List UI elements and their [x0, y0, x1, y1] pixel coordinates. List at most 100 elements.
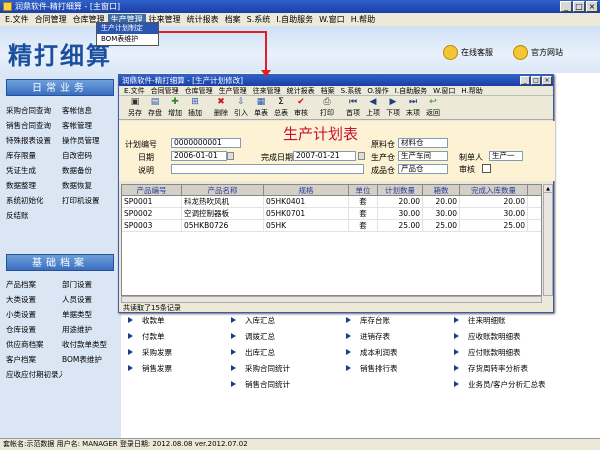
- nav-item[interactable]: 仓库设置: [6, 322, 62, 337]
- menu-help[interactable]: H.帮助: [348, 14, 378, 25]
- single-table-button[interactable]: ▦ 单表: [251, 96, 271, 120]
- dialog-close-icon[interactable]: ×: [542, 76, 552, 85]
- quick-link[interactable]: 成本利润表: [346, 344, 398, 360]
- maximize-icon[interactable]: □: [573, 1, 585, 12]
- col-finished-qty[interactable]: 完成入库数量: [460, 185, 528, 195]
- nav-item[interactable]: 大类设置: [6, 292, 62, 307]
- dmenu-self-service[interactable]: I.自助服务: [392, 86, 430, 96]
- date-picker-icon[interactable]: [227, 152, 234, 160]
- quick-link[interactable]: 采购合同统计: [231, 360, 290, 376]
- dialog-minimize-icon[interactable]: _: [520, 76, 530, 85]
- save-button[interactable]: ▤ 存盘: [145, 96, 165, 120]
- dmenu-archive[interactable]: 档案: [318, 86, 338, 96]
- online-service-link[interactable]: 在线客服: [443, 45, 493, 60]
- summary-button[interactable]: Σ 总表: [271, 96, 291, 120]
- quick-link[interactable]: 往来明细账: [454, 312, 546, 328]
- menu-file[interactable]: E.文件: [2, 14, 32, 25]
- dmenu-contract[interactable]: 合同管理: [148, 86, 182, 96]
- table-vertical-scrollbar[interactable]: ▲: [543, 184, 553, 296]
- table-row[interactable]: SP0002 空调控制器板 05HK0701 套 30.00 30.00 30.00: [122, 208, 541, 220]
- dropdown-item-bom[interactable]: BOM表维护: [97, 34, 158, 45]
- nav-item[interactable]: 销售合同查询: [6, 118, 62, 133]
- close-icon[interactable]: ×: [586, 1, 598, 12]
- dmenu-production[interactable]: 生产管理: [216, 86, 250, 96]
- nav-item[interactable]: 反结账: [6, 208, 62, 223]
- nav-item[interactable]: 应收应付期初录入: [6, 367, 62, 382]
- note-field[interactable]: [171, 164, 364, 174]
- dmenu-report[interactable]: 统计报表: [284, 86, 318, 96]
- quick-link[interactable]: 库存台账: [346, 312, 398, 328]
- quick-link[interactable]: 销售合同统计: [231, 376, 290, 392]
- menu-self-service[interactable]: I.自助服务: [273, 14, 316, 25]
- next-button[interactable]: ▶ 下项: [383, 96, 403, 120]
- first-button[interactable]: ⏮ 首项: [343, 96, 363, 120]
- quick-link[interactable]: 出库汇总: [231, 344, 290, 360]
- nav-item[interactable]: 客帐管理: [62, 118, 118, 133]
- nav-item[interactable]: 系统初始化: [6, 193, 62, 208]
- minimize-icon[interactable]: _: [560, 1, 572, 12]
- audit-checkbox[interactable]: [482, 164, 491, 173]
- menu-window[interactable]: W.窗口: [316, 14, 348, 25]
- nav-item[interactable]: 凭证生成: [6, 163, 62, 178]
- section-daily[interactable]: 日常业务: [6, 79, 114, 96]
- nav-item[interactable]: 小类设置: [6, 307, 62, 322]
- dropdown-item-production-plan[interactable]: 生产计划制定: [97, 23, 158, 34]
- dmenu-help[interactable]: H.帮助: [458, 86, 485, 96]
- date-field[interactable]: 2006-01-01: [171, 151, 227, 161]
- section-basic[interactable]: 基础档案: [6, 254, 114, 271]
- dmenu-window[interactable]: W.窗口: [430, 86, 458, 96]
- import-button[interactable]: ⇩ 引入: [231, 96, 251, 120]
- quick-link[interactable]: 应收账款明细表: [454, 328, 546, 344]
- quick-link[interactable]: 收款单: [128, 312, 172, 328]
- dmenu-account[interactable]: 往来管理: [250, 86, 284, 96]
- dialog-maximize-icon[interactable]: □: [531, 76, 541, 85]
- quick-link[interactable]: 应付账款明细表: [454, 344, 546, 360]
- delete-button[interactable]: ✖ 删除: [211, 96, 231, 120]
- nav-item[interactable]: 数据备份: [62, 163, 118, 178]
- quick-link[interactable]: 业务员/客户分析汇总表: [454, 376, 546, 392]
- menu-system[interactable]: S.系统: [244, 14, 274, 25]
- return-button[interactable]: ↩ 返回: [423, 96, 443, 120]
- nav-item[interactable]: 产品档案: [6, 277, 62, 292]
- nav-item[interactable]: 自改密码: [62, 148, 118, 163]
- quick-link[interactable]: 存货周转率分析表: [454, 360, 546, 376]
- quick-link[interactable]: 入库汇总: [231, 312, 290, 328]
- nav-item[interactable]: 人员设置: [62, 292, 118, 307]
- last-button[interactable]: ⏭ 末项: [403, 96, 423, 120]
- col-product-name[interactable]: 产品名称: [182, 185, 264, 195]
- nav-item[interactable]: 数据整理: [6, 178, 62, 193]
- fin-warehouse-field[interactable]: 产品仓: [398, 164, 448, 174]
- quick-link[interactable]: 采购发票: [128, 344, 172, 360]
- nav-item[interactable]: BOM表维护: [62, 352, 118, 367]
- add-button[interactable]: ✚ 增加: [165, 96, 185, 120]
- nav-item[interactable]: 客户档案: [6, 352, 62, 367]
- audit-button[interactable]: ✔ 审核: [291, 96, 311, 120]
- finish-date-picker-icon[interactable]: [358, 152, 365, 160]
- scroll-up-icon[interactable]: ▲: [544, 185, 552, 193]
- table-row[interactable]: SP0001 科龙热吹风机 05HK0401 套 20.00 20.00 20.00: [122, 196, 541, 208]
- dmenu-system[interactable]: S.系统: [338, 86, 365, 96]
- print-button[interactable]: ⎙ 打印: [317, 96, 337, 120]
- prev-button[interactable]: ◀ 上项: [363, 96, 383, 120]
- menu-archive[interactable]: 档案: [222, 14, 244, 25]
- finish-date-field[interactable]: 2007-01-21: [293, 151, 356, 161]
- dmenu-file[interactable]: E.文件: [121, 86, 148, 96]
- plan-no-field[interactable]: 0000000001: [171, 138, 241, 148]
- website-link[interactable]: 官方网站: [513, 45, 563, 60]
- dmenu-operate[interactable]: O.操作: [364, 86, 391, 96]
- quick-link[interactable]: 调拨汇总: [231, 328, 290, 344]
- quick-link[interactable]: 销售排行表: [346, 360, 398, 376]
- dmenu-warehouse[interactable]: 仓库管理: [182, 86, 216, 96]
- insert-button[interactable]: ⊞ 插加: [185, 96, 205, 120]
- nav-item[interactable]: 收付款单类型: [62, 337, 118, 352]
- nav-item[interactable]: 库存限量: [6, 148, 62, 163]
- menu-contract[interactable]: 合同管理: [32, 14, 70, 25]
- quick-link[interactable]: 进销存表: [346, 328, 398, 344]
- nav-item[interactable]: 客帐信息: [62, 103, 118, 118]
- col-unit[interactable]: 单位: [349, 185, 378, 195]
- save-as-button[interactable]: ▣ 另存: [125, 96, 145, 120]
- prod-warehouse-field[interactable]: 生产车间: [398, 151, 448, 161]
- nav-item[interactable]: 特殊报表设置: [6, 133, 62, 148]
- nav-item[interactable]: 采购合同查询: [6, 103, 62, 118]
- nav-item[interactable]: 单据类型: [62, 307, 118, 322]
